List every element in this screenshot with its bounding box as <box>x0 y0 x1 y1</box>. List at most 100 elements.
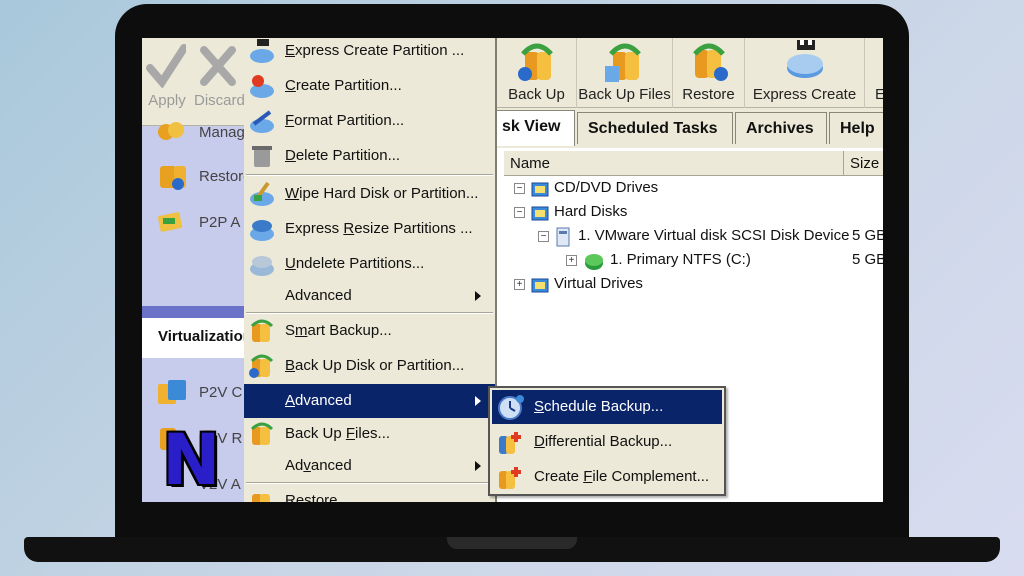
column-header-name[interactable]: Name <box>504 151 844 177</box>
submenu-item-differential-backup[interactable]: Differential Backup... <box>492 425 722 459</box>
drive-folder-icon <box>531 206 549 221</box>
expander-plus[interactable]: + <box>514 279 525 290</box>
column-header-size[interactable]: Size <box>844 151 883 177</box>
express-create-button[interactable]: Express Create <box>745 38 865 108</box>
apply-button[interactable]: Apply <box>142 40 192 118</box>
tab-scheduled-tasks[interactable]: Scheduled Tasks <box>577 112 733 144</box>
context-menu: Express Create Partition ... Create Part… <box>244 38 497 502</box>
toolbar-button-label: Back Up <box>508 86 565 103</box>
expander-minus[interactable]: − <box>514 183 525 194</box>
submenu-arrow-icon <box>475 396 481 406</box>
discard-label: Discard <box>194 92 244 109</box>
expander-plus[interactable]: + <box>566 255 577 266</box>
menu-item-create-partition[interactable]: Create Partition... <box>244 69 495 103</box>
menu-item-advanced-files[interactable]: Advanced <box>244 449 495 483</box>
menu-item-delete-partition[interactable]: Delete Partition... <box>244 139 495 173</box>
main-toolbar: Back Up Back Up Files Restore Express Cr… <box>497 38 883 108</box>
toolbar-button-label: Back Up Files <box>578 86 671 103</box>
menu-item-undelete-partitions[interactable]: Undelete Partitions... <box>244 247 495 281</box>
manage-icon <box>158 122 184 140</box>
expander-minus[interactable]: − <box>514 207 525 218</box>
sidebar-divider <box>142 306 244 318</box>
tree-header: Name Size <box>504 150 883 177</box>
sidebar-item-label: P2V C <box>199 384 243 401</box>
submenu-item-label: Schedule Backup... <box>534 398 664 415</box>
menu-item-back-up-disk[interactable]: Back Up Disk or Partition... <box>244 349 495 383</box>
menu-item-label: Back Up Files... <box>285 425 391 442</box>
submenu-item-label: Differential Backup... <box>534 433 673 450</box>
restore-icon <box>252 494 270 502</box>
submenu-item-create-file-complement[interactable]: Create File Complement... <box>492 460 722 494</box>
wipe-disk-icon <box>250 181 274 206</box>
menu-item-label: Back Up Disk or Partition... <box>285 357 465 374</box>
p2v-convert-icon <box>158 380 186 404</box>
back-up-files-icon <box>250 422 274 445</box>
express-create-icon <box>787 40 823 78</box>
menu-item-label: Undelete Partitions... <box>285 255 425 272</box>
menu-item-advanced-backup[interactable]: Advanced <box>244 384 495 418</box>
channel-logo: N <box>162 419 221 501</box>
menu-item-label: Restore <box>285 492 338 502</box>
drive-folder-icon <box>531 182 549 197</box>
file-complement-icon <box>499 467 521 489</box>
hard-disk-icon <box>556 227 570 247</box>
discard-x-icon <box>200 46 236 86</box>
checkmark-icon <box>146 44 186 88</box>
app-screen: Apply Discard Manage Restore P2P A Virtu… <box>142 38 883 502</box>
toolbar-button-label: E <box>875 86 883 103</box>
menu-item-format-partition[interactable]: Format Partition... <box>244 104 495 138</box>
restore-icon <box>160 166 186 190</box>
menu-item-label: Delete Partition... <box>285 147 401 164</box>
submenu-item-label: Create File Complement... <box>534 468 710 485</box>
back-up-button[interactable]: Back Up <box>497 38 577 108</box>
express-create-icon <box>250 39 274 63</box>
tree-row-label: CD/DVD Drives <box>554 179 659 196</box>
restore-button[interactable]: Restore <box>673 38 745 108</box>
toolbar-button-e[interactable]: E <box>865 38 883 108</box>
tab-help[interactable]: Help <box>829 112 883 144</box>
menu-item-label: Wipe Hard Disk or Partition... <box>285 185 479 202</box>
tree-row-size: 5 GB <box>852 251 883 268</box>
menu-item-label: Advanced <box>285 392 352 409</box>
sidebar-section-virtualization[interactable]: Virtualization <box>142 318 244 358</box>
tree-row-vmware-disk[interactable]: − 1. VMware Virtual disk SCSI Disk Devic… <box>538 226 883 248</box>
restore-icon <box>693 43 728 81</box>
discard-button[interactable]: Discard <box>192 40 244 118</box>
schedule-backup-icon <box>498 395 524 420</box>
menu-item-restore[interactable]: Restore <box>244 484 495 502</box>
create-partition-icon <box>250 75 274 98</box>
delete-partition-icon <box>252 146 272 167</box>
tree-row-label: Virtual Drives <box>554 275 643 292</box>
submenu-item-schedule-backup[interactable]: Schedule Backup... <box>492 390 722 424</box>
menu-item-label: Create Partition... <box>285 77 402 94</box>
tab-bar: sk View Scheduled Tasks Archives Help <box>491 108 883 148</box>
menu-item-express-resize[interactable]: Express Resize Partitions ... <box>244 212 495 246</box>
apply-label: Apply <box>148 92 186 109</box>
back-up-files-button[interactable]: Back Up Files <box>577 38 673 108</box>
resize-partition-icon <box>250 220 274 241</box>
toolbar-button-label: Restore <box>682 86 735 103</box>
tab-archives[interactable]: Archives <box>735 112 827 144</box>
menu-item-label: Advanced <box>285 457 352 474</box>
menu-item-wipe-hard-disk[interactable]: Wipe Hard Disk or Partition... <box>244 177 495 211</box>
menu-item-label: Format Partition... <box>285 112 405 129</box>
menu-item-express-create-partition[interactable]: Express Create Partition ... <box>244 38 495 68</box>
tree-row-label: Hard Disks <box>554 203 628 220</box>
menu-item-smart-backup[interactable]: Smart Backup... <box>244 314 495 348</box>
sidebar-item-label: P2P A <box>199 214 241 231</box>
tab-disk-view[interactable]: sk View <box>491 110 575 146</box>
menu-item-advanced-partition[interactable]: Advanced <box>244 279 495 313</box>
differential-backup-icon <box>499 432 521 454</box>
menu-item-back-up-files[interactable]: Back Up Files... <box>244 417 495 451</box>
menu-item-label: Express Resize Partitions ... <box>285 220 473 237</box>
menu-item-label: Advanced <box>285 287 352 304</box>
menu-item-label: Smart Backup... <box>285 322 392 339</box>
submenu-arrow-icon <box>475 461 481 471</box>
expander-minus[interactable]: − <box>538 231 549 242</box>
menu-item-label: Express Create Partition ... <box>285 42 465 59</box>
smart-backup-icon <box>250 319 274 342</box>
advanced-backup-submenu: Schedule Backup... Differential Backup..… <box>488 386 726 496</box>
partition-icon <box>585 254 603 270</box>
tree-row-primary-ntfs[interactable]: + 1. Primary NTFS (C:) 5 GB <box>566 250 883 272</box>
tree-row-label: 1. VMware Virtual disk SCSI Disk Device <box>578 227 850 244</box>
